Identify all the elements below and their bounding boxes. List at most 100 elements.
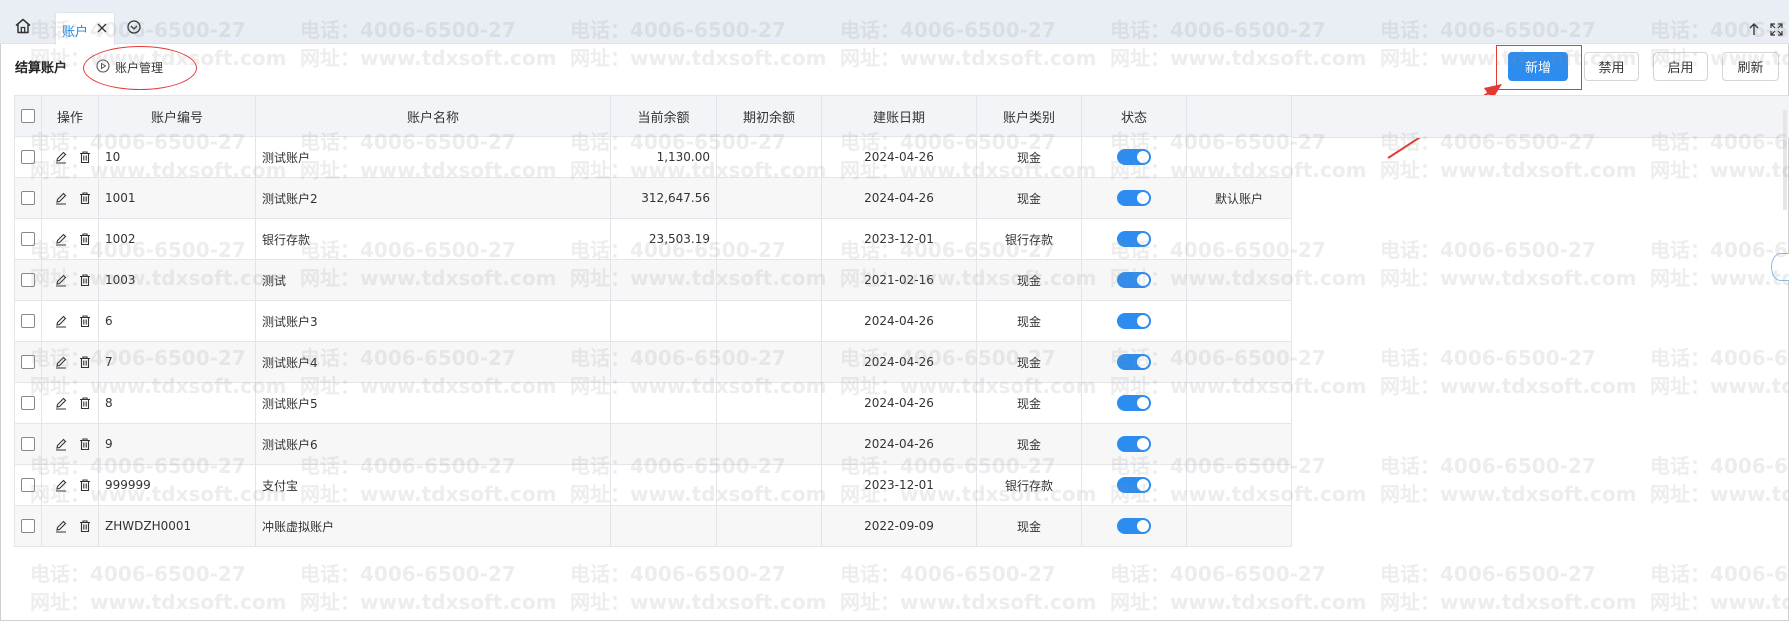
table-row[interactable]: 1003 测试 2021-02-16 现金 xyxy=(14,259,1292,301)
chevron-down-circle-icon[interactable] xyxy=(127,20,141,34)
status-toggle[interactable] xyxy=(1117,313,1151,329)
delete-icon[interactable] xyxy=(78,437,92,451)
status-toggle[interactable] xyxy=(1117,436,1151,452)
edit-icon[interactable] xyxy=(54,355,68,369)
tab-account[interactable]: 账户 xyxy=(55,12,115,45)
status-cell xyxy=(1081,259,1187,301)
column-header[interactable]: 当前余额 xyxy=(610,95,717,137)
column-header[interactable]: 建账日期 xyxy=(821,95,977,137)
row-select-cell[interactable] xyxy=(14,259,42,301)
edit-icon[interactable] xyxy=(54,437,68,451)
row-checkbox[interactable] xyxy=(21,273,35,288)
delete-icon[interactable] xyxy=(78,519,92,533)
row-select-cell[interactable] xyxy=(14,423,42,465)
status-toggle[interactable] xyxy=(1117,518,1151,534)
account-management-button[interactable]: 账户管理 xyxy=(96,57,163,77)
delete-icon[interactable] xyxy=(78,273,92,287)
row-select-cell[interactable] xyxy=(14,464,42,506)
row-note xyxy=(1186,505,1292,547)
account-code: 1001 xyxy=(98,177,256,219)
row-checkbox[interactable] xyxy=(21,437,35,452)
table-row[interactable]: 999999 支付宝 2023-12-01 银行存款 xyxy=(14,464,1292,506)
status-cell xyxy=(1081,300,1187,342)
row-select-cell[interactable] xyxy=(14,300,42,342)
column-header[interactable]: 期初余额 xyxy=(716,95,822,137)
row-select-cell[interactable] xyxy=(14,218,42,260)
row-checkbox[interactable] xyxy=(21,519,35,534)
row-note xyxy=(1186,136,1292,178)
status-toggle[interactable] xyxy=(1117,272,1151,288)
current-balance: 23,503.19 xyxy=(610,218,717,260)
row-select-cell[interactable] xyxy=(14,382,42,424)
column-header[interactable]: 账户编号 xyxy=(98,95,256,137)
home-icon[interactable] xyxy=(14,17,32,35)
account-code: 999999 xyxy=(98,464,256,506)
account-type: 现金 xyxy=(976,177,1082,219)
column-header[interactable]: 状态 xyxy=(1081,95,1187,137)
delete-icon[interactable] xyxy=(78,150,92,164)
table-row[interactable]: 1002 银行存款 23,503.19 2023-12-01 银行存款 xyxy=(14,218,1292,260)
delete-icon[interactable] xyxy=(78,355,92,369)
row-select-cell[interactable] xyxy=(14,136,42,178)
delete-icon[interactable] xyxy=(78,232,92,246)
edit-icon[interactable] xyxy=(54,314,68,328)
row-checkbox[interactable] xyxy=(21,150,35,165)
table-row[interactable]: ZHWDZH0001 冲账虚拟账户 2022-09-09 现金 xyxy=(14,505,1292,547)
row-checkbox[interactable] xyxy=(21,478,35,493)
table-row[interactable]: 10 测试账户 1,130.00 2024-04-26 现金 xyxy=(14,136,1292,178)
account-name: 测试账户5 xyxy=(255,382,611,424)
delete-icon[interactable] xyxy=(78,314,92,328)
edit-icon[interactable] xyxy=(54,396,68,410)
select-all-checkbox[interactable] xyxy=(21,109,35,123)
status-toggle[interactable] xyxy=(1117,354,1151,370)
table-row[interactable]: 8 测试账户5 2024-04-26 现金 xyxy=(14,382,1292,424)
column-header: 操作 xyxy=(41,95,99,137)
arrow-up-icon[interactable] xyxy=(1747,22,1761,36)
fullscreen-icon[interactable] xyxy=(1770,23,1783,36)
row-checkbox[interactable] xyxy=(21,191,35,206)
edit-icon[interactable] xyxy=(54,150,68,164)
status-toggle[interactable] xyxy=(1117,395,1151,411)
column-header[interactable]: 账户类别 xyxy=(976,95,1082,137)
disable-button[interactable]: 禁用 xyxy=(1584,52,1639,81)
select-all-cell[interactable] xyxy=(14,95,42,137)
tab-bar: 账户 xyxy=(0,0,1789,45)
table-row[interactable]: 1001 测试账户2 312,647.56 2024-04-26 现金 默认账户 xyxy=(14,177,1292,219)
row-select-cell[interactable] xyxy=(14,505,42,547)
delete-icon[interactable] xyxy=(78,191,92,205)
row-select-cell[interactable] xyxy=(14,341,42,383)
page-title: 结算账户 xyxy=(15,61,68,76)
enable-button[interactable]: 启用 xyxy=(1653,52,1708,81)
edit-icon[interactable] xyxy=(54,273,68,287)
edit-icon[interactable] xyxy=(54,232,68,246)
row-checkbox[interactable] xyxy=(21,396,35,411)
delete-icon[interactable] xyxy=(78,478,92,492)
opening-balance xyxy=(716,464,822,506)
account-type: 现金 xyxy=(976,136,1082,178)
delete-icon[interactable] xyxy=(78,396,92,410)
edit-icon[interactable] xyxy=(54,519,68,533)
row-checkbox[interactable] xyxy=(21,314,35,329)
close-icon[interactable] xyxy=(96,22,108,34)
status-toggle[interactable] xyxy=(1117,149,1151,165)
chat-float-icon[interactable] xyxy=(1771,253,1789,281)
table-row[interactable]: 9 测试账户6 2024-04-26 现金 xyxy=(14,423,1292,465)
current-balance xyxy=(610,341,717,383)
column-header[interactable]: 账户名称 xyxy=(255,95,611,137)
status-toggle[interactable] xyxy=(1117,477,1151,493)
status-cell xyxy=(1081,423,1187,465)
table-row[interactable]: 7 测试账户4 2024-04-26 现金 xyxy=(14,341,1292,383)
add-button[interactable]: 新增 xyxy=(1508,52,1568,81)
row-note xyxy=(1186,259,1292,301)
row-checkbox[interactable] xyxy=(21,355,35,370)
row-note xyxy=(1186,423,1292,465)
edit-icon[interactable] xyxy=(54,478,68,492)
status-toggle[interactable] xyxy=(1117,190,1151,206)
edit-icon[interactable] xyxy=(54,191,68,205)
refresh-button[interactable]: 刷新 xyxy=(1722,52,1779,81)
row-select-cell[interactable] xyxy=(14,177,42,219)
table-row[interactable]: 6 测试账户3 2024-04-26 现金 xyxy=(14,300,1292,342)
status-toggle[interactable] xyxy=(1117,231,1151,247)
scrollbar[interactable] xyxy=(1783,110,1787,210)
row-checkbox[interactable] xyxy=(21,232,35,247)
